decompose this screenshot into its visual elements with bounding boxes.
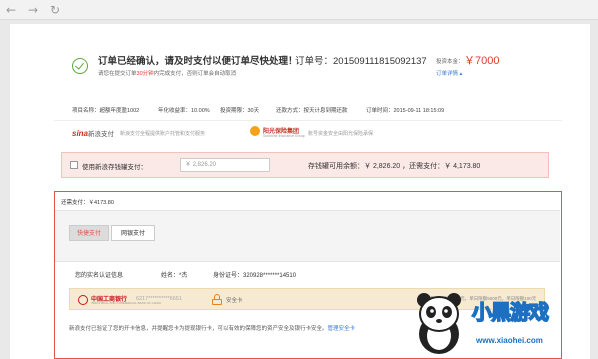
amount-due: 还需支付：￥4173.80 [61,200,114,206]
check-circle-icon [72,58,88,74]
repay-method: 还款方式：按天计息到期还款 [276,108,348,114]
invest-period: 投资期限：30天 [220,108,260,114]
balance-pay-box: 使用新浪存钱罐支付： ￥ 2,826.20 存钱罐可用余额：￥ 2,826.20… [61,152,549,178]
amount-value: ￥7000 [464,55,500,67]
safe-card-label: 安全卡 [226,298,243,304]
annual-rate: 年化收益率：10.00% [158,108,210,114]
amount-label: 投资本金： [436,59,464,65]
order-info-row: 项目名称：超额年度盈1002 年化收益率：10.00% 投资期限：30天 还款方… [72,106,562,116]
order-detail-link[interactable]: 订单详情 ▴ [436,69,462,77]
manage-card-link[interactable]: 管理安全卡 [328,326,356,332]
project-name: 项目名称：超额年度盈1002 [72,108,140,114]
forward-arrow-icon[interactable]: → [26,3,40,17]
partner-logos: sina新浪支付 新浪支付全程提供账户托管和支付服务 阳光保险集团 Sunshi… [54,120,562,144]
icbc-logo-icon [78,295,88,305]
security-notice: 新浪支付已验证了您的开卡信息，并提醒您卡为提现银行卡，可以有效的保障您的资产安全… [69,324,355,332]
confirm-subtitle: 请您在提交订单30分钟内完成支付，否则订单会自动取消 [98,69,236,77]
order-time: 订单时间：2015-09-11 18:15:09 [366,108,445,114]
browser-toolbar: ← → ↻ [0,0,598,20]
confirm-title: 订单已经确认，请及时支付以便订单尽快处理！ [98,56,298,67]
back-arrow-icon[interactable]: ← [4,3,18,17]
payment-tabs: 快捷支付 网银支付 [55,210,560,262]
balance-checkbox[interactable] [70,161,78,169]
balance-label: 使用新浪存钱罐支付： [82,164,147,171]
watermark-url: www.xiaohei.com [476,336,543,345]
reload-icon[interactable]: ↻ [48,3,62,17]
lock-icon [212,294,222,305]
sunshine-logo-icon [250,126,260,136]
tab-bank-pay[interactable]: 网银支付 [111,225,155,241]
sunshine-desc: 账号资金安全由阳光保险承保 [308,131,374,137]
notice-text: 新浪支付已验证了您的开卡信息，并提醒您卡为提现银行卡，可以有效的保障您的资产安全… [69,326,328,332]
holder-name: 姓名：*杰 [161,273,188,279]
real-name-label: 您的实名认证信息 [75,273,124,279]
sina-pay-logo: sina新浪支付 [72,129,115,138]
subtitle-post: 内完成支付，否则订单会自动取消 [153,71,237,77]
sunshine-en: Sunshine Insurance Group [263,134,305,138]
subtitle-pre: 请您在提交订单 [98,71,137,77]
sina-desc: 新浪支付全程提供账户托管和支付服务 [120,131,206,137]
order-number: 订单号：2015091118150921​37 [295,56,427,67]
subtitle-time: 30分钟 [136,71,154,77]
panda-mascot-icon [417,293,461,354]
watermark-text: 小黑游戏 [471,299,550,325]
site-watermark: 小黑游戏 www.xiaohei.com [402,290,598,359]
tab-quick-pay[interactable]: 快捷支付 [69,225,109,241]
balance-summary: 存钱罐可用余额：￥ 2,826.20 ，还需支付：￥ 4,173.80 [308,163,481,170]
balance-amount-input[interactable]: ￥ 2,826.20 [180,158,270,172]
card-number: 6217**********6651 [136,296,182,302]
holder-id: 身份证号：320928*******14510 [213,273,297,279]
